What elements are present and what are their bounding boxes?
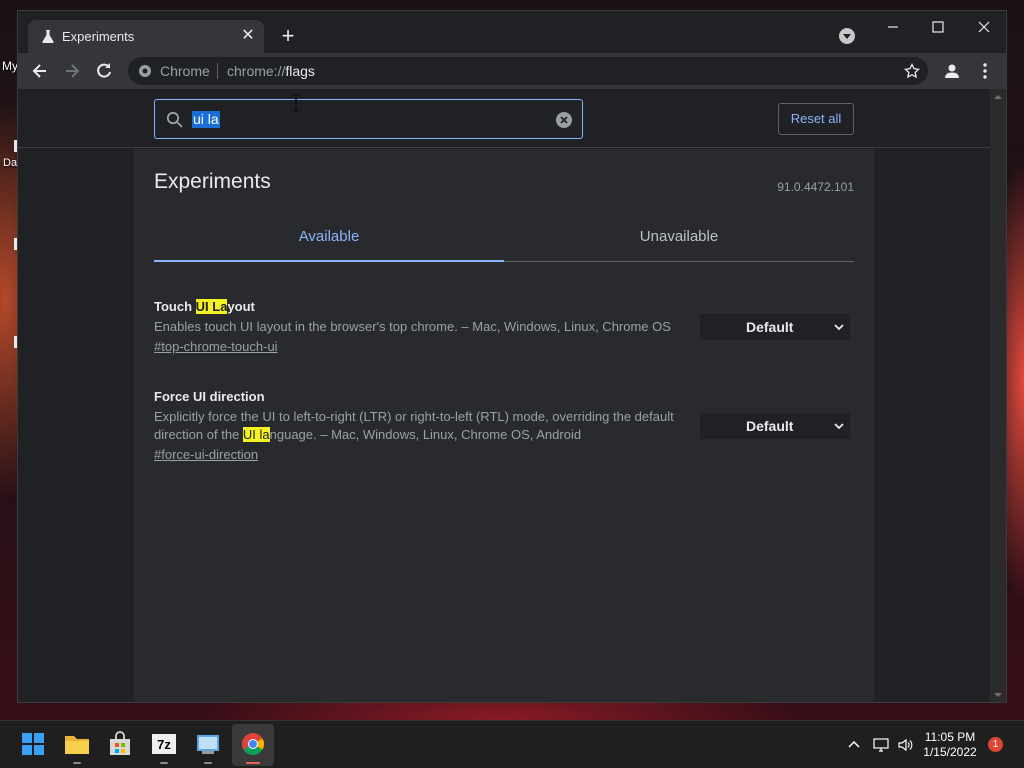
search-highlight: UI la [242, 427, 270, 442]
flags-page: ui la Reset all Experiments 91.0.4472.10… [18, 89, 990, 702]
file-explorer-icon[interactable] [64, 731, 90, 757]
search-icon [166, 111, 183, 128]
running-indicator [204, 762, 212, 764]
forward-icon[interactable] [62, 61, 82, 81]
minimize-icon[interactable] [878, 17, 908, 37]
experiment-select[interactable]: Default [700, 314, 850, 340]
window-close-icon[interactable] [969, 17, 999, 37]
omnibox[interactable]: Chrome chrome://flags [128, 57, 928, 85]
scrollbar[interactable] [990, 89, 1006, 702]
search-highlight: UI La [195, 299, 228, 314]
plus-icon[interactable]: + [278, 25, 298, 47]
search-input[interactable]: ui la [154, 99, 583, 139]
svg-text:7z: 7z [157, 737, 171, 752]
taskbar: 7z 11:05 PM 1/15/2022 1 [0, 720, 1024, 768]
search-header: ui la Reset all [18, 89, 990, 148]
chrome-info-icon[interactable] [138, 64, 152, 78]
reset-all-button[interactable]: Reset all [778, 103, 854, 135]
browser-toolbar: Chrome chrome://flags [18, 53, 1006, 89]
tab-title: Experiments [62, 29, 135, 44]
back-icon[interactable] [30, 61, 50, 81]
tab-strip: Experiments ✕ + [18, 11, 1006, 53]
flask-icon [42, 30, 54, 43]
scroll-up-icon[interactable] [994, 93, 1002, 101]
desktop-icon-label[interactable]: Da [3, 157, 17, 169]
chevron-up-icon[interactable] [846, 737, 862, 753]
volume-icon[interactable] [897, 737, 913, 753]
reload-icon[interactable] [94, 61, 114, 81]
store-icon[interactable] [107, 731, 133, 757]
omnibox-chip: Chrome [160, 63, 210, 79]
tab-available[interactable]: Available [154, 224, 504, 262]
experiment-name: Touch UI Layout [154, 299, 255, 314]
7zip-icon[interactable]: 7z [151, 731, 177, 757]
clock[interactable]: 11:05 PM 1/15/2022 [915, 730, 985, 760]
experiment-tabs: Available Unavailable [154, 224, 854, 262]
menu-icon[interactable] [975, 61, 995, 81]
chevron-down-icon [834, 324, 844, 331]
chrome-icon[interactable] [240, 731, 266, 757]
experiment-description: Enables touch UI layout in the browser's… [154, 319, 671, 334]
tab-search-icon[interactable] [839, 28, 855, 44]
experiment-name: Force UI direction [154, 389, 265, 404]
profile-icon[interactable] [942, 61, 962, 81]
active-indicator [246, 762, 260, 764]
start-icon[interactable] [20, 731, 46, 757]
text-cursor-icon [293, 94, 299, 112]
tab-experiments[interactable]: Experiments ✕ [28, 20, 264, 53]
experiment-description: Explicitly force the UI to left-to-right… [154, 409, 674, 442]
experiment-permalink[interactable]: #top-chrome-touch-ui [154, 339, 278, 354]
close-icon[interactable]: ✕ [240, 28, 256, 44]
experiment-select[interactable]: Default [700, 413, 850, 439]
search-input-value: ui la [192, 111, 220, 128]
experiment-permalink[interactable]: #force-ui-direction [154, 447, 258, 462]
running-indicator [73, 762, 81, 764]
notification-badge[interactable]: 1 [988, 737, 1003, 752]
version-label: 91.0.4472.101 [777, 180, 854, 194]
tab-unavailable[interactable]: Unavailable [504, 224, 854, 262]
network-icon[interactable] [873, 737, 889, 753]
clear-search-icon[interactable] [555, 111, 573, 129]
chevron-down-icon [834, 423, 844, 430]
browser-window: Experiments ✕ + Chrome chrome://flags ui… [17, 10, 1007, 703]
running-indicator [160, 762, 168, 764]
page-title: Experiments [154, 170, 271, 193]
clock-date: 1/15/2022 [923, 745, 977, 759]
desktop-icon-label[interactable]: My [2, 59, 18, 73]
omnibox-url[interactable]: chrome://flags [227, 63, 315, 79]
clock-time: 11:05 PM [924, 730, 976, 744]
omnibox-divider [217, 63, 218, 79]
star-icon[interactable] [904, 63, 920, 79]
scroll-down-icon[interactable] [994, 691, 1002, 699]
experiments-panel: Experiments 91.0.4472.101 Available Unav… [134, 149, 874, 702]
maximize-icon[interactable] [923, 17, 953, 37]
control-panel-icon[interactable] [195, 731, 221, 757]
